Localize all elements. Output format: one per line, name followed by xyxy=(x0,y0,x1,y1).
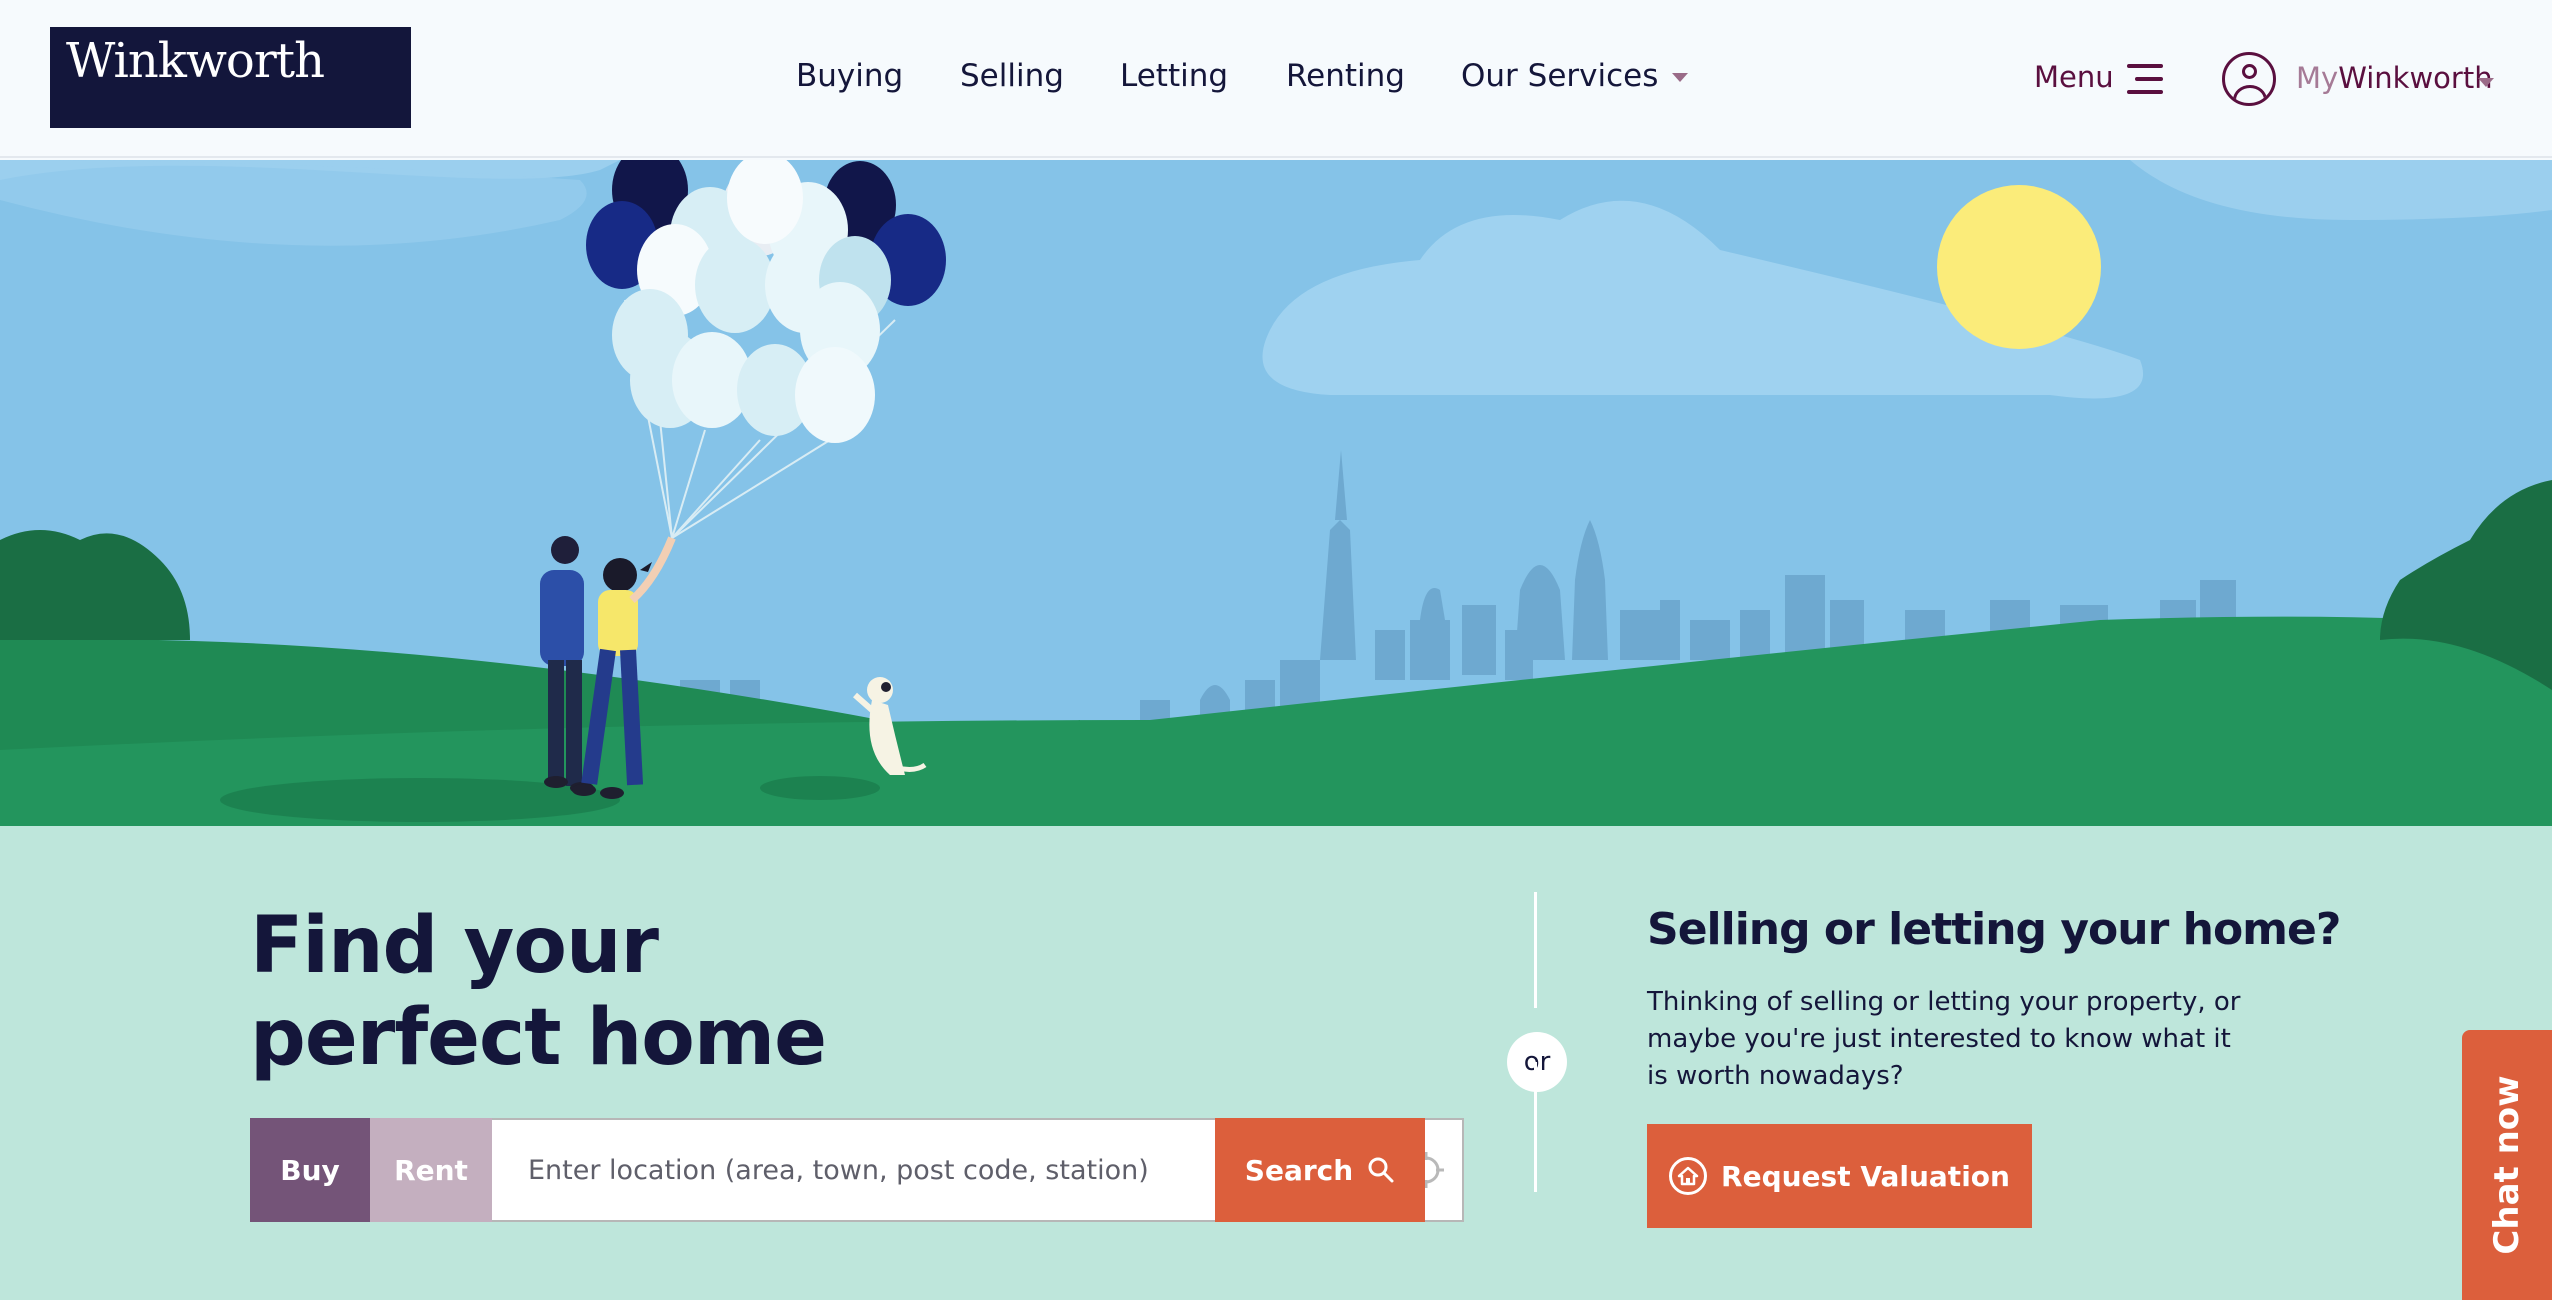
vertical-divider xyxy=(1534,892,1537,1008)
valuation-title: Selling or letting your home? xyxy=(1647,904,2341,955)
rent-tab[interactable]: Rent xyxy=(370,1118,492,1222)
chat-now-button[interactable]: Chat now xyxy=(2462,1030,2552,1300)
buy-tab[interactable]: Buy xyxy=(250,1118,370,1222)
nav-our-services-label: Our Services xyxy=(1461,58,1659,94)
site-header: Winkworth Buying Selling Letting Renting… xyxy=(0,0,2552,158)
or-separator: or xyxy=(1507,1032,1567,1092)
my-winkworth-label: MyWinkworth xyxy=(2296,61,2493,95)
nav-letting[interactable]: Letting xyxy=(1120,58,1228,94)
search-title: Find your perfect home xyxy=(250,900,827,1084)
search-button-label: Search xyxy=(1244,1153,1354,1187)
search-button[interactable]: Search xyxy=(1215,1118,1425,1222)
menu-button[interactable]: Menu xyxy=(2034,60,2114,94)
chat-now-label: Chat now xyxy=(2487,1075,2527,1255)
user-circle-icon xyxy=(2222,52,2276,106)
nav-selling[interactable]: Selling xyxy=(960,58,1064,94)
valuation-description: Thinking of selling or letting your prop… xyxy=(1647,987,2241,1091)
home-icon xyxy=(1669,1157,1708,1195)
hero-illustration xyxy=(0,160,2552,826)
logo-text: Winkworth xyxy=(66,33,325,89)
nav-renting[interactable]: Renting xyxy=(1286,58,1405,94)
nav-buying[interactable]: Buying xyxy=(796,58,903,94)
property-search-form: Buy Rent Search xyxy=(250,1118,1464,1222)
chevron-down-icon[interactable] xyxy=(2478,78,2494,87)
search-section: Find your perfect home Buy Rent Search o… xyxy=(0,826,2552,1300)
search-title-line2: perfect home xyxy=(250,993,827,1083)
vertical-divider xyxy=(1534,1062,1537,1192)
nav-our-services[interactable]: Our Services xyxy=(1461,58,1689,94)
chevron-down-icon xyxy=(1672,73,1689,82)
search-title-line1: Find your xyxy=(250,901,659,991)
hamburger-icon[interactable] xyxy=(2127,64,2163,94)
search-icon xyxy=(1368,1157,1394,1183)
request-valuation-button[interactable]: Request Valuation xyxy=(1647,1124,2032,1228)
request-valuation-label: Request Valuation xyxy=(1721,1159,2010,1193)
winkworth-logo[interactable]: Winkworth xyxy=(50,27,411,128)
